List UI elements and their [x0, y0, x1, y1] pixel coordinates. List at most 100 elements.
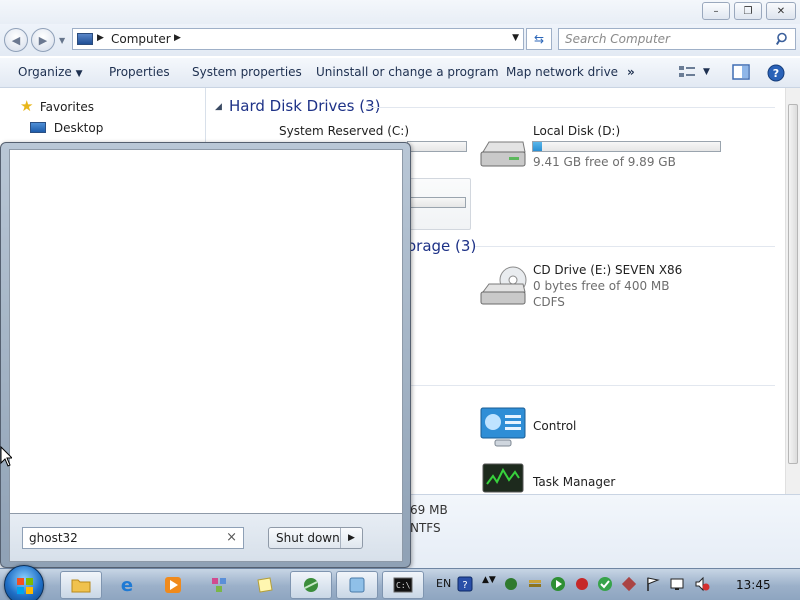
selected-drive-highlight[interactable] [403, 178, 471, 230]
mouse-cursor-icon [0, 446, 12, 467]
internet-explorer-icon: e [120, 574, 134, 596]
task-manager-icon[interactable] [479, 462, 527, 496]
breadcrumb-computer[interactable]: Computer [111, 32, 171, 46]
search-input[interactable] [565, 31, 765, 47]
command-prompt-icon: C:\ [393, 577, 413, 593]
group-divider [403, 385, 775, 386]
help-icon[interactable]: ? [767, 64, 785, 82]
hard-drive-icon[interactable] [479, 138, 527, 170]
view-options-dropdown-icon[interactable]: ▼ [703, 67, 710, 77]
control-item-name[interactable]: Control [533, 419, 576, 433]
taskbar-explorer-button[interactable] [60, 571, 102, 599]
shield-check-tray-icon[interactable] [597, 576, 613, 592]
taskbar-control-button[interactable] [336, 571, 378, 599]
start-search-input[interactable]: ghost32 [29, 531, 78, 545]
nav-item-favorites[interactable]: ★ Favorites [20, 97, 95, 115]
media-player-icon [165, 577, 181, 593]
minimize-button[interactable]: – [702, 2, 730, 20]
network-status-tray-icon[interactable] [669, 576, 685, 592]
maximize-icon: ❐ [743, 5, 753, 17]
chevron-down-icon: ▼ [75, 69, 83, 79]
minimize-icon: – [713, 5, 719, 17]
taskbar-ie-button[interactable]: e [106, 571, 148, 599]
vertical-scrollbar[interactable] [785, 88, 800, 494]
selected-drive-capacity-bar [408, 197, 466, 208]
drive-d-name[interactable]: Local Disk (D:) [533, 124, 620, 138]
refresh-button[interactable]: ⇆ [526, 28, 552, 50]
shut-down-button[interactable]: Shut down ▶ [268, 527, 363, 549]
close-icon: ✕ [776, 5, 786, 17]
stack-tray-icon[interactable] [527, 576, 543, 592]
tray-scroll-icon[interactable]: ▲▼ [482, 575, 496, 585]
taskbar-cmd-button[interactable]: C:\ [382, 571, 424, 599]
taskbar-network-button[interactable] [290, 571, 332, 599]
close-button[interactable]: ✕ [766, 2, 796, 20]
collapse-group-icon[interactable]: ◢ [215, 102, 222, 112]
cd-drive-name[interactable]: CD Drive (E:) SEVEN X86 [533, 263, 682, 277]
search-box[interactable] [558, 28, 796, 50]
system-clock[interactable]: 13:45 [736, 578, 771, 592]
favorites-label: Favorites [39, 100, 95, 114]
organize-button[interactable]: Organize ▼ [18, 65, 83, 79]
command-bar: Organize ▼ Properties System properties … [0, 58, 800, 88]
control-panel-small-icon [349, 577, 365, 593]
nav-item-desktop[interactable]: Desktop [30, 121, 103, 135]
star-icon: ★ [20, 97, 34, 115]
address-dropdown-icon[interactable]: ▼ [512, 33, 519, 43]
network-tray-icon[interactable] [503, 576, 519, 592]
network-globe-icon [304, 578, 318, 592]
language-indicator[interactable]: EN [436, 577, 451, 590]
address-bar[interactable]: ▶ Computer ▶ ▼ [72, 28, 524, 50]
svg-text:?: ? [773, 67, 779, 80]
drive-c-name[interactable]: System Reserved (C:) [279, 124, 409, 138]
group-header-removable-storage[interactable]: orage (3) [407, 237, 476, 255]
group-header-hard-disk-drives[interactable]: Hard Disk Drives (3) [229, 97, 380, 115]
control-panel-icon[interactable] [479, 406, 527, 448]
forward-button[interactable]: ▶ [31, 28, 55, 52]
task-manager-item-name[interactable]: Task Manager [533, 475, 615, 489]
desktop-label: Desktop [53, 121, 104, 135]
preview-pane-icon[interactable] [732, 64, 750, 80]
scrollbar-thumb[interactable] [788, 104, 798, 464]
uninstall-program-button[interactable]: Uninstall or change a program [316, 65, 499, 79]
alert-tray-icon[interactable] [574, 576, 590, 592]
start-menu: ghost32 × Shut down ▶ [0, 142, 411, 568]
start-search-box[interactable]: ghost32 × [22, 527, 244, 549]
svg-text:?: ? [462, 580, 467, 591]
play-tray-icon[interactable] [550, 576, 566, 592]
group-divider [367, 107, 775, 108]
cd-drive-icon[interactable] [479, 264, 527, 308]
volume-muted-icon[interactable] [694, 576, 710, 592]
more-commands-button[interactable]: » [627, 65, 635, 79]
computer-icon [77, 33, 93, 45]
start-button[interactable] [4, 565, 44, 600]
back-button[interactable]: ◀ [4, 28, 28, 52]
drive-d-free-space: 9.41 GB free of 9.89 GB [533, 155, 676, 169]
help-tray-icon[interactable]: ? [457, 576, 473, 592]
notes-icon [257, 577, 273, 593]
desktop-icon [30, 122, 46, 133]
clear-search-icon[interactable]: × [226, 530, 237, 545]
action-center-flag-icon[interactable] [645, 576, 661, 592]
breadcrumb-separator-icon[interactable]: ▶ [174, 33, 181, 43]
recent-pages-dropdown-icon[interactable]: ▼ [59, 36, 65, 45]
shut-down-label: Shut down [276, 531, 340, 545]
taskbar-network-tool-button[interactable] [198, 571, 240, 599]
search-icon[interactable] [776, 32, 790, 46]
group-divider [475, 246, 775, 247]
maximize-button[interactable]: ❐ [734, 2, 762, 20]
start-menu-results-panel [9, 149, 403, 514]
svg-text:C:\: C:\ [396, 581, 411, 590]
taskbar-media-player-button[interactable] [152, 571, 194, 599]
breadcrumb-separator-icon[interactable]: ▶ [97, 33, 104, 43]
refresh-icon: ⇆ [533, 32, 545, 46]
cd-drive-filesystem: CDFS [533, 295, 565, 309]
map-network-drive-button[interactable]: Map network drive [506, 65, 618, 79]
tools-tray-icon[interactable] [621, 576, 637, 592]
properties-button[interactable]: Properties [109, 65, 170, 79]
view-options-icon[interactable] [678, 64, 696, 80]
shut-down-options-icon[interactable]: ▶ [340, 528, 362, 548]
system-properties-button[interactable]: System properties [192, 65, 302, 79]
taskbar-notes-button[interactable] [244, 571, 286, 599]
title-bar[interactable]: – ❐ ✕ [0, 0, 800, 24]
